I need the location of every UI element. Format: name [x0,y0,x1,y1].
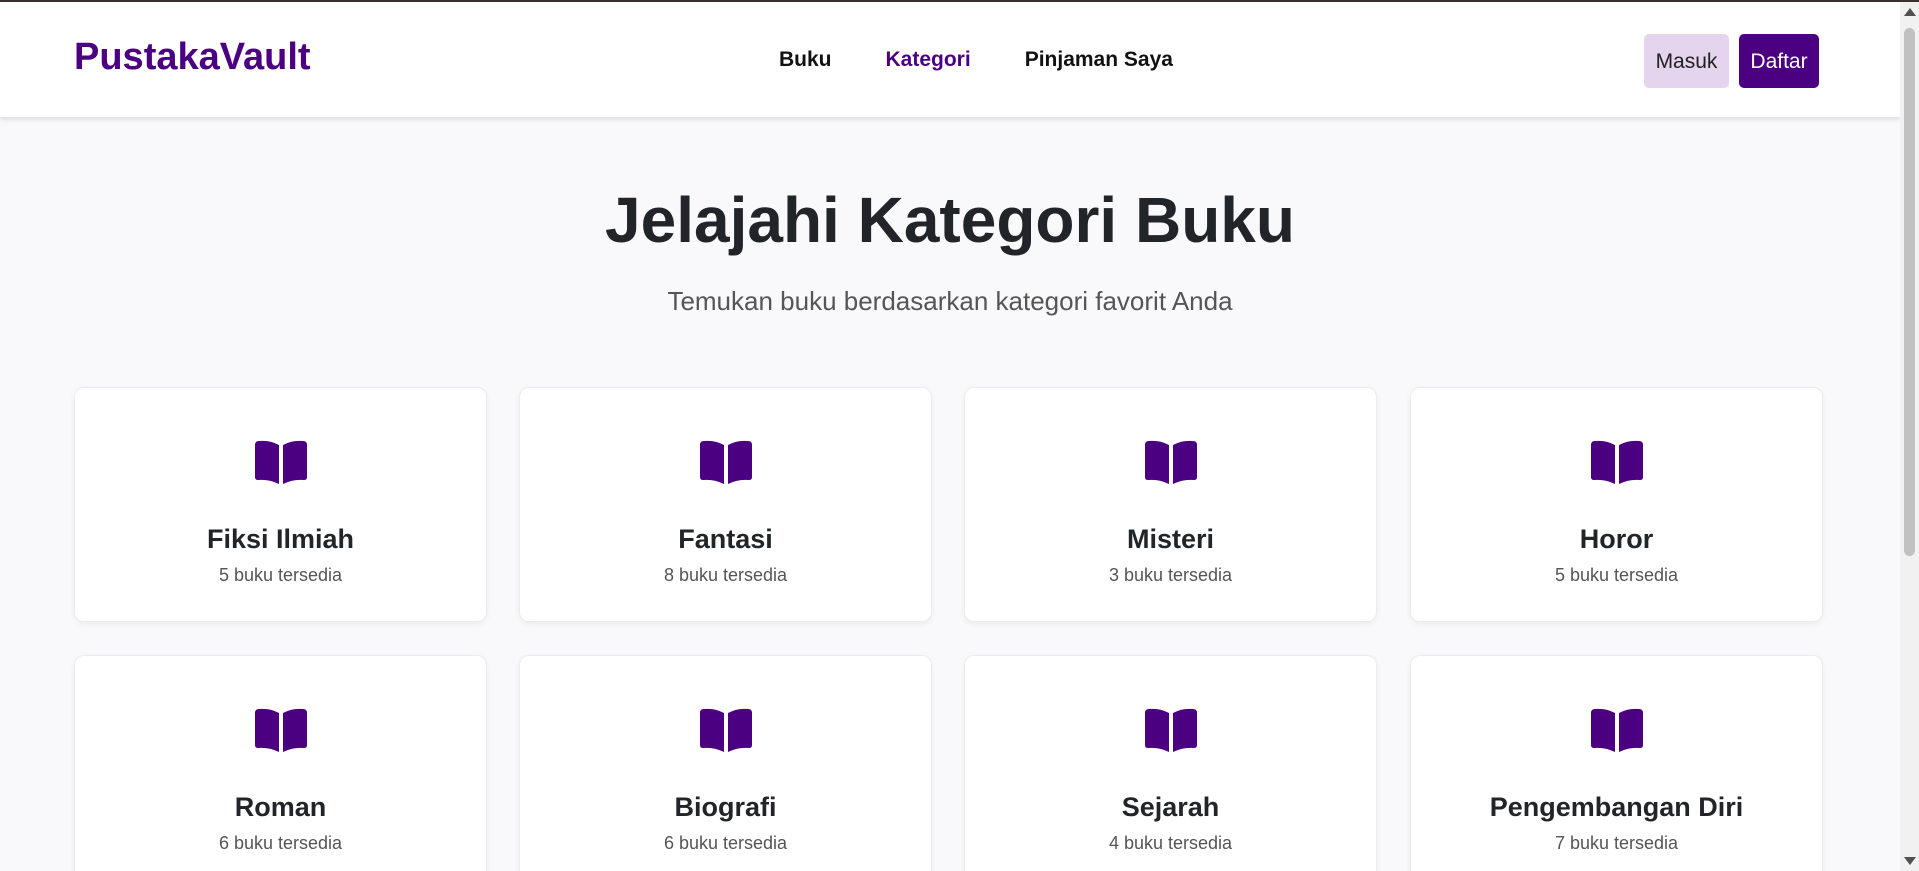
category-title: Sejarah [1121,792,1220,822]
open-book-icon [1145,440,1197,484]
category-count: 6 buku tersedia [218,833,343,853]
category-card-fantasi[interactable]: Fantasi 8 buku tersedia [519,387,932,622]
nav-link-kategori[interactable]: Kategori [886,46,971,74]
category-title: Biografi [674,792,777,822]
category-count: 8 buku tersedia [663,565,788,585]
open-book-icon [700,440,752,484]
category-count: 3 buku tersedia [1108,565,1233,585]
category-card-misteri[interactable]: Misteri 3 buku tersedia [964,387,1377,622]
nav-link-buku[interactable]: Buku [779,46,832,74]
brand-logo[interactable]: PustakaVault [74,35,311,79]
category-card-pengembangan-diri[interactable]: Pengembangan Diri 7 buku tersedia [1410,655,1823,871]
scrollbar-thumb[interactable] [1904,28,1915,556]
nav-links: Buku Kategori Pinjaman Saya [779,46,1227,74]
open-book-icon [1591,440,1643,484]
category-card-fiksi-ilmiah[interactable]: Fiksi Ilmiah 5 buku tersedia [74,387,487,622]
category-card-biografi[interactable]: Biografi 6 buku tersedia [519,655,932,871]
nav-link-pinjaman-saya[interactable]: Pinjaman Saya [1025,46,1173,74]
scroll-down-icon[interactable] [1904,857,1916,865]
category-card-horor[interactable]: Horor 5 buku tersedia [1410,387,1823,622]
category-title: Horor [1579,524,1654,554]
login-button[interactable]: Masuk [1644,34,1729,88]
page: PustakaVault Buku Kategori Pinjaman Saya… [0,0,1900,871]
category-count: 5 buku tersedia [1554,565,1679,585]
navbar: PustakaVault Buku Kategori Pinjaman Saya… [0,2,1900,118]
register-button[interactable]: Daftar [1739,34,1819,88]
category-title: Roman [234,792,327,822]
open-book-icon [1145,708,1197,752]
category-count: 5 buku tersedia [218,565,343,585]
open-book-icon [255,440,307,484]
category-title: Fiksi Ilmiah [206,524,355,554]
scroll-up-icon[interactable] [1904,8,1916,16]
category-card-roman[interactable]: Roman 6 buku tersedia [74,655,487,871]
open-book-icon [255,708,307,752]
page-subtitle: Temukan buku berdasarkan kategori favori… [667,286,1233,316]
category-title: Misteri [1126,524,1215,554]
open-book-icon [700,708,752,752]
open-book-icon [1591,708,1643,752]
page-title: Jelajahi Kategori Buku [605,184,1295,256]
category-card-sejarah[interactable]: Sejarah 4 buku tersedia [964,655,1377,871]
category-count: 7 buku tersedia [1554,833,1679,853]
category-title: Fantasi [678,524,773,554]
category-count: 4 buku tersedia [1108,833,1233,853]
category-count: 6 buku tersedia [663,833,788,853]
vertical-scrollbar[interactable] [1900,2,1919,871]
category-title: Pengembangan Diri [1489,792,1744,822]
